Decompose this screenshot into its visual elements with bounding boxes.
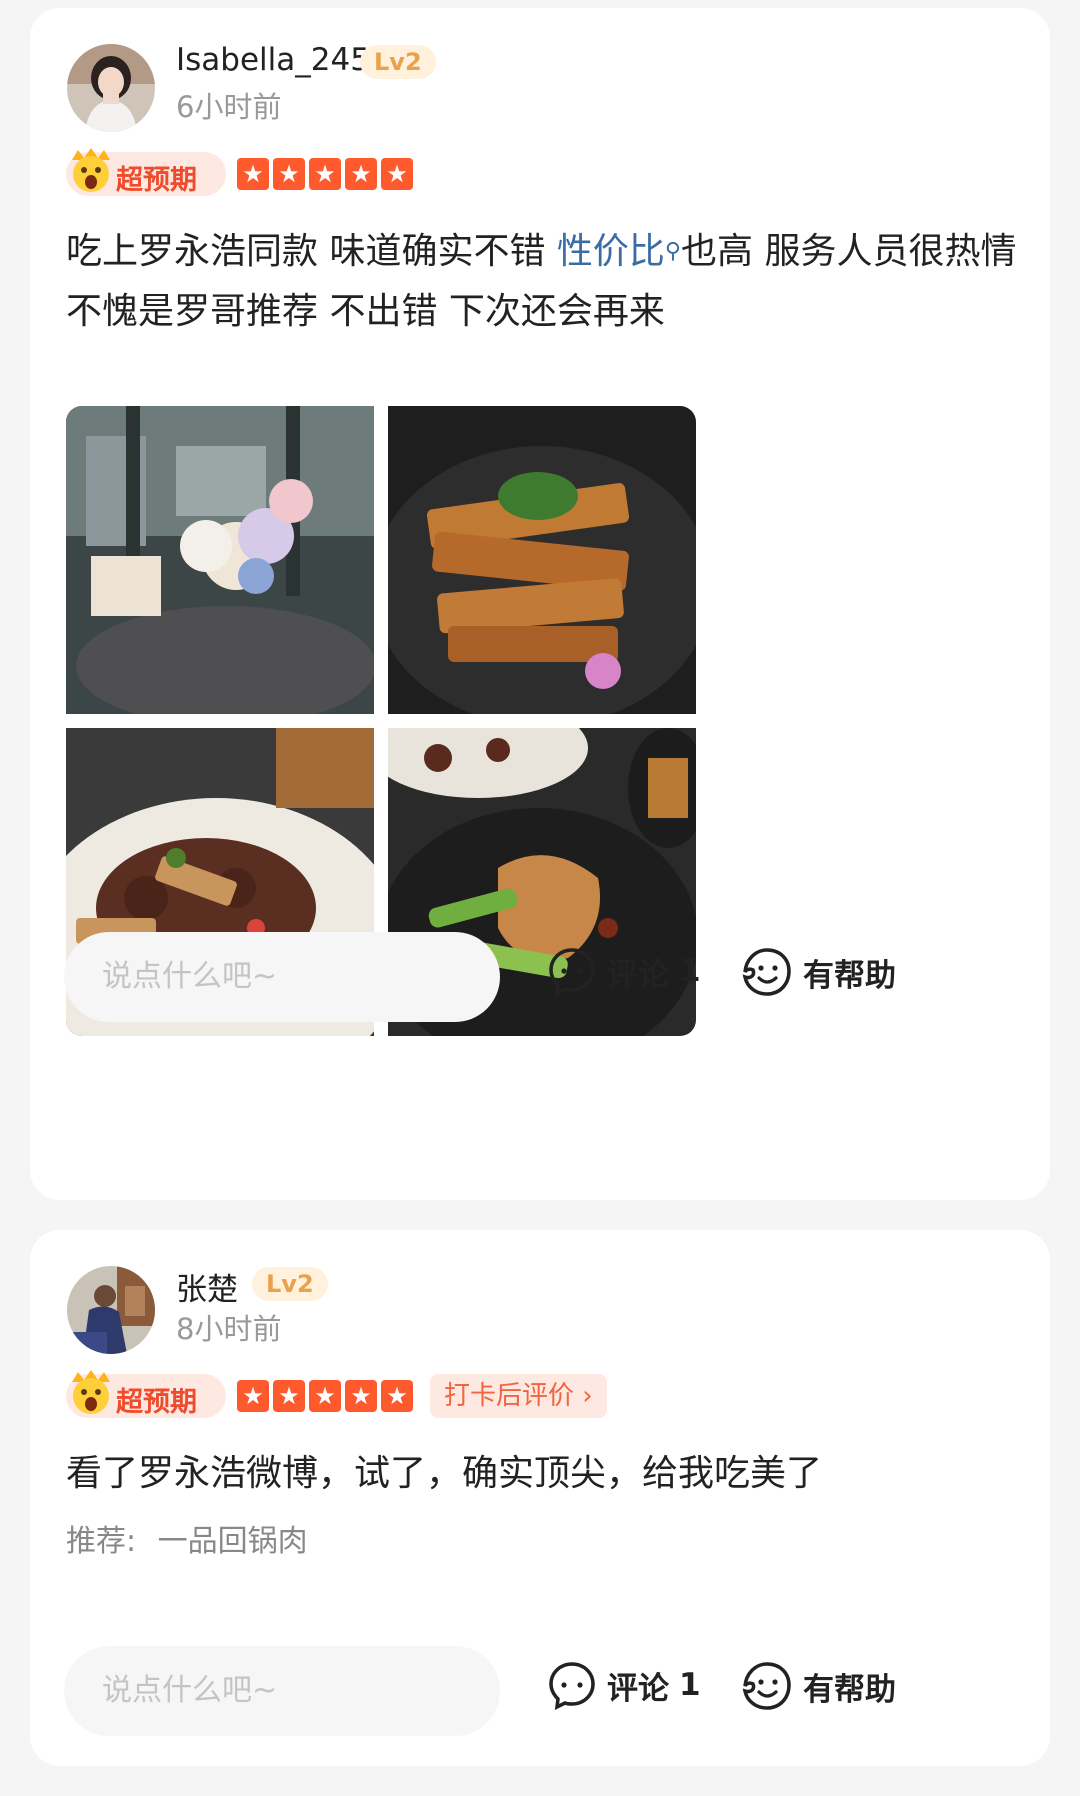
star-icon: ★	[381, 158, 413, 190]
star-rating: ★ ★ ★ ★ ★	[237, 158, 413, 190]
review-photo[interactable]	[388, 406, 696, 714]
recommended-dish[interactable]: 一品回锅肉	[158, 1524, 308, 1559]
review-photo[interactable]	[66, 406, 374, 714]
recommendation: 推荐: 一品回锅肉	[66, 1516, 308, 1560]
comment-count: 1	[679, 953, 701, 989]
photo-grid	[66, 406, 696, 1036]
star-icon: ★	[381, 1380, 413, 1412]
post-time: 6小时前	[176, 90, 282, 124]
comment-count: 1	[679, 1667, 701, 1703]
helpful-label: 有帮助	[803, 957, 896, 994]
comment-label: 评论	[607, 956, 669, 993]
review-card: Isabella_2454 Lv2 6小时前 超预期 ★ ★ ★ ★ ★ 吃上罗…	[30, 8, 1050, 1200]
search-icon[interactable]: ⚲	[665, 239, 681, 264]
surprised-face-icon	[72, 148, 110, 192]
review-text: 看了罗永浩微博，试了，确实顶尖，给我吃美了	[66, 1453, 823, 1494]
avatar[interactable]	[67, 44, 155, 132]
recommend-label: 推荐:	[66, 1524, 137, 1559]
comment-button[interactable]: 评论 1	[547, 1660, 701, 1710]
exceed-expectation-tag: 超预期	[66, 148, 226, 196]
comment-icon	[549, 948, 595, 996]
checkin-review-tag[interactable]: 打卡后评价 ›	[430, 1374, 607, 1418]
star-icon: ★	[237, 1380, 269, 1412]
exceed-expectation-tag: 超预期	[66, 1370, 226, 1418]
exceed-label: 超预期	[116, 165, 197, 196]
star-icon: ★	[273, 1380, 305, 1412]
username[interactable]: 张楚	[176, 1264, 238, 1309]
exceed-label: 超预期	[116, 1387, 197, 1418]
smile-face-icon	[742, 1662, 791, 1710]
avatar[interactable]	[67, 1266, 155, 1354]
star-rating: ★ ★ ★ ★ ★	[237, 1380, 413, 1412]
comment-icon	[549, 1662, 595, 1710]
comment-input[interactable]: 说点什么吧~	[64, 932, 500, 1022]
username[interactable]: Isabella_2454	[176, 42, 390, 78]
star-icon: ★	[273, 158, 305, 190]
review-text: 吃上罗永浩同款 味道确实不错 性价比⚲也高 服务人员很热情 不愧是罗哥推荐 不出…	[66, 222, 1026, 342]
level-badge: Lv2	[360, 45, 436, 79]
post-time: 8小时前	[176, 1312, 282, 1346]
review-text-part: 吃上罗永浩同款 味道确实不错	[66, 231, 557, 272]
helpful-button[interactable]: 有帮助	[741, 1660, 896, 1712]
surprised-face-icon	[72, 1370, 110, 1414]
star-icon: ★	[309, 158, 341, 190]
comment-input[interactable]: 说点什么吧~	[64, 1646, 500, 1736]
helpful-button[interactable]: 有帮助	[741, 946, 896, 998]
comment-label: 评论	[607, 1670, 669, 1707]
comment-button[interactable]: 评论 1	[547, 946, 701, 996]
helpful-label: 有帮助	[803, 1671, 896, 1708]
review-card: 张楚 Lv2 8小时前 超预期 ★ ★ ★ ★ ★ 打卡后评价 › 看了罗永浩微…	[30, 1230, 1050, 1766]
star-icon: ★	[345, 1380, 377, 1412]
keyword-link[interactable]: 性价比	[557, 231, 665, 272]
smile-face-icon	[742, 948, 791, 996]
star-icon: ★	[345, 158, 377, 190]
star-icon: ★	[309, 1380, 341, 1412]
level-badge: Lv2	[252, 1267, 328, 1301]
star-icon: ★	[237, 158, 269, 190]
